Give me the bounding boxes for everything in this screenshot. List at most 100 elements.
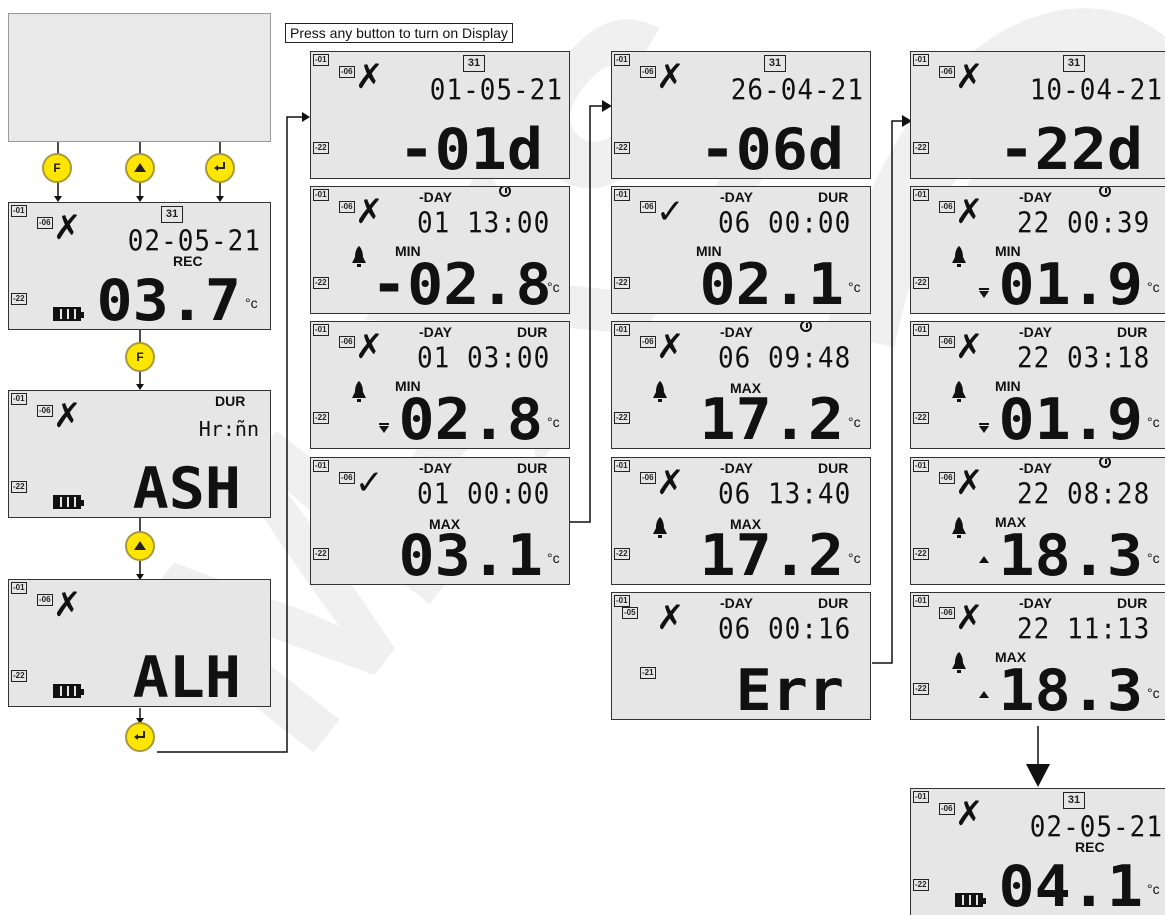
label-01: -01 <box>614 324 630 336</box>
label-06: -06 <box>37 217 53 229</box>
hr-min-indicator: Hr:ñn <box>198 417 259 441</box>
lcd-screen-rec: -01 -06 -22 ✗ 31 02-05-21 REC 03.7 °c <box>8 202 271 330</box>
caption: Press any button to turn on Display <box>285 23 513 43</box>
bell-icon <box>952 381 966 402</box>
lcd-screen-min-06: -01 -06 -22 ✓ -DAY DUR 06 00:00 MIN 02.1… <box>611 186 871 314</box>
f-button-2[interactable]: F <box>125 342 155 372</box>
label-06: -06 <box>37 594 53 606</box>
up-button[interactable] <box>125 153 155 183</box>
x-mark-icon: ✗ <box>656 57 685 97</box>
label-06: -06 <box>939 336 955 348</box>
enter-button[interactable] <box>205 153 235 183</box>
label-06: -06 <box>640 472 656 484</box>
lcd-screen-rec-final: -01 -06 -22 ✗ 31 02-05-21 REC 04.1 °c <box>910 788 1165 915</box>
label-01: -01 <box>313 54 329 66</box>
label-06: -06 <box>939 607 955 619</box>
main-value: 17.2 <box>699 522 845 585</box>
celsius-unit: °c <box>1147 550 1160 566</box>
time-display: 22 00:39 <box>1017 207 1151 240</box>
label-06: -06 <box>339 472 355 484</box>
time-display: 06 09:48 <box>718 342 852 375</box>
label-01: -01 <box>313 324 329 336</box>
celsius-unit: °c <box>848 279 861 295</box>
label-22: -22 <box>11 293 27 305</box>
lcd-screen-day-06: -01 -06 -22 ✗ 31 26-04-21 -06d <box>611 51 871 179</box>
celsius-unit: °c <box>1147 279 1160 295</box>
check-mark-icon: ✓ <box>355 463 384 503</box>
label-22: -22 <box>614 412 630 424</box>
main-value: Err <box>735 657 844 720</box>
label-22: -22 <box>11 670 27 682</box>
label-22: -22 <box>913 548 929 560</box>
label-01: -01 <box>11 393 27 405</box>
lcd-screen-max-06-dur: -01 -06 -22 ✗ -DAY DUR 06 13:40 MAX 17.2… <box>611 457 871 585</box>
day-indicator: -DAY <box>1019 189 1052 205</box>
clock-icon <box>1099 187 1111 197</box>
calendar-icon: 31 <box>161 206 183 223</box>
label-01: -01 <box>614 460 630 472</box>
lcd-screen-err: -01 -05 -21 ✗ -DAY DUR 06 00:16 Err <box>611 592 871 720</box>
enter-icon <box>134 731 145 740</box>
label-22: -22 <box>913 412 929 424</box>
dur-indicator: DUR <box>1117 595 1148 611</box>
celsius-unit: °c <box>547 279 560 295</box>
dur-indicator: DUR <box>215 393 246 409</box>
label-06: -06 <box>939 472 955 484</box>
x-mark-icon: ✗ <box>955 794 984 834</box>
lcd-screen-ash: -01 -06 -22 ✗ DUR Hr:ñn ASH <box>8 390 271 518</box>
clock-icon <box>499 187 511 197</box>
clock-icon <box>800 322 812 332</box>
x-mark-icon: ✗ <box>955 463 984 503</box>
label-06: -06 <box>939 803 955 815</box>
label-01: -01 <box>614 595 630 607</box>
bell-icon <box>352 246 366 267</box>
time-display: 22 03:18 <box>1017 342 1151 375</box>
label-01: -01 <box>913 595 929 607</box>
lcd-screen-max-06-time: -01 -06 -22 ✗ -DAY 06 09:48 MAX 17.2 °c <box>611 321 871 449</box>
f-button[interactable]: F <box>42 153 72 183</box>
main-value: 04.1 <box>998 853 1144 915</box>
x-mark-icon: ✗ <box>955 327 984 367</box>
main-value: ASH <box>132 455 241 518</box>
time-display: 22 11:13 <box>1017 613 1151 646</box>
label-06: -06 <box>339 201 355 213</box>
f-button-2-label: F <box>136 350 144 364</box>
lcd-screen-alh: -01 -06 -22 ✗ ALH <box>8 579 271 707</box>
lcd-screen-max-01: -01 -06 -22 ✓ -DAY DUR 01 00:00 MAX 03.1… <box>310 457 570 585</box>
day-indicator: -DAY <box>1019 460 1052 476</box>
celsius-unit: °c <box>1147 414 1160 430</box>
main-value: 18.3 <box>998 522 1144 585</box>
main-value: ALH <box>132 644 241 707</box>
day-indicator: -DAY <box>419 324 452 340</box>
label-22: -22 <box>913 142 929 154</box>
rec-indicator: REC <box>173 253 203 269</box>
x-mark-icon: ✗ <box>53 208 82 248</box>
lcd-screen-min-22-dur: -01 -06 -22 ✗ -DAY DUR 22 03:18 MIN 01.9… <box>910 321 1165 449</box>
up-button-2[interactable] <box>125 531 155 561</box>
label-22: -22 <box>313 412 329 424</box>
x-mark-icon: ✗ <box>656 463 685 503</box>
label-22: -22 <box>313 548 329 560</box>
x-mark-icon: ✗ <box>955 192 984 232</box>
label-05: -05 <box>622 607 638 619</box>
enter-icon <box>214 162 225 171</box>
enter-button-2[interactable] <box>125 722 155 752</box>
bell-icon <box>952 517 966 538</box>
celsius-unit: °c <box>1147 685 1160 701</box>
label-01: -01 <box>913 189 929 201</box>
day-indicator: -DAY <box>720 595 753 611</box>
label-01: -01 <box>913 54 929 66</box>
label-01: -01 <box>913 460 929 472</box>
label-01: -01 <box>614 54 630 66</box>
calendar-icon: 31 <box>764 55 786 72</box>
bell-icon <box>653 517 667 538</box>
x-mark-icon: ✗ <box>355 327 384 367</box>
day-indicator: -DAY <box>1019 324 1052 340</box>
main-value: -02.8 <box>371 251 552 314</box>
bell-icon <box>352 381 366 402</box>
label-22: -22 <box>614 277 630 289</box>
label-22: -22 <box>313 142 329 154</box>
display-off-blank <box>8 13 271 142</box>
x-mark-icon: ✗ <box>355 57 384 97</box>
x-mark-icon: ✗ <box>656 598 685 638</box>
